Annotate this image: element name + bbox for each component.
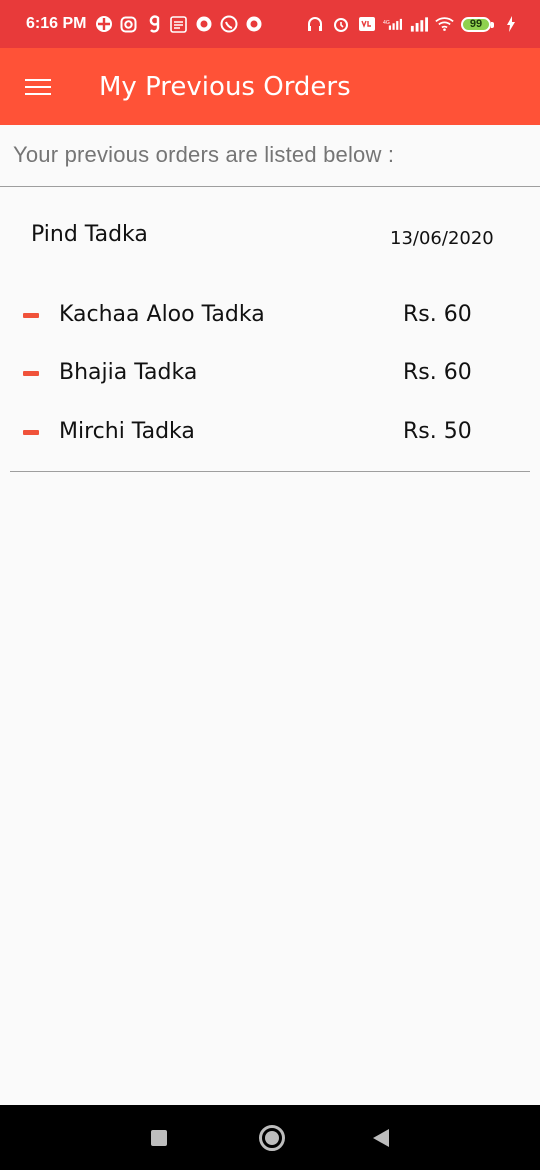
item-price: Rs. 60	[403, 302, 472, 327]
instagram-icon	[119, 15, 138, 34]
item-bullet-icon	[23, 371, 39, 376]
divider	[0, 186, 540, 187]
unknown-app-icon	[94, 15, 113, 34]
notification-icons	[94, 15, 263, 34]
home-circle-icon[interactable]	[259, 1125, 285, 1151]
status-bar: 6:16 PM 4G 99	[0, 0, 540, 48]
headphones-icon	[305, 15, 324, 34]
restaurant-name: Pind Tadka	[31, 222, 148, 247]
charging-icon	[501, 15, 520, 34]
signal-icon	[409, 15, 428, 34]
app-bar: My Previous Orders	[0, 48, 540, 125]
alarm-icon	[331, 15, 350, 34]
battery-icon: 99	[461, 16, 494, 32]
system-nav-bar	[0, 1105, 540, 1170]
page-title: My Previous Orders	[99, 71, 351, 102]
volte-icon	[357, 15, 376, 34]
item-bullet-icon	[23, 313, 39, 318]
item-bullet-icon	[23, 430, 39, 435]
item-price: Rs. 50	[403, 419, 472, 444]
wifi-icon	[435, 15, 454, 34]
item-name: Kachaa Aloo Tadka	[59, 302, 265, 327]
back-triangle-icon[interactable]	[373, 1129, 389, 1147]
news-icon	[169, 15, 188, 34]
signal-icon: 4G	[383, 15, 402, 34]
svg-text:4G: 4G	[383, 20, 390, 26]
hamburger-menu-icon[interactable]	[25, 77, 53, 97]
order-date: 13/06/2020	[390, 228, 494, 249]
status-time: 6:16 PM	[26, 15, 87, 32]
item-price: Rs. 60	[403, 360, 472, 385]
order-item: Kachaa Aloo Tadka Rs. 60	[0, 296, 540, 336]
item-name: Bhajia Tadka	[59, 360, 198, 385]
whatsapp-icon	[219, 15, 238, 34]
orders-subtitle: Your previous orders are listed below :	[13, 142, 395, 167]
order-item: Mirchi Tadka Rs. 50	[0, 413, 540, 453]
circle-app-icon	[244, 15, 263, 34]
item-name: Mirchi Tadka	[59, 419, 195, 444]
system-status-icons: 4G 99	[305, 15, 520, 34]
recents-square-icon[interactable]	[151, 1130, 167, 1146]
divider	[10, 471, 530, 472]
g-app-icon	[144, 15, 163, 34]
order-item: Bhajia Tadka Rs. 60	[0, 354, 540, 394]
circle-app-icon	[194, 15, 213, 34]
